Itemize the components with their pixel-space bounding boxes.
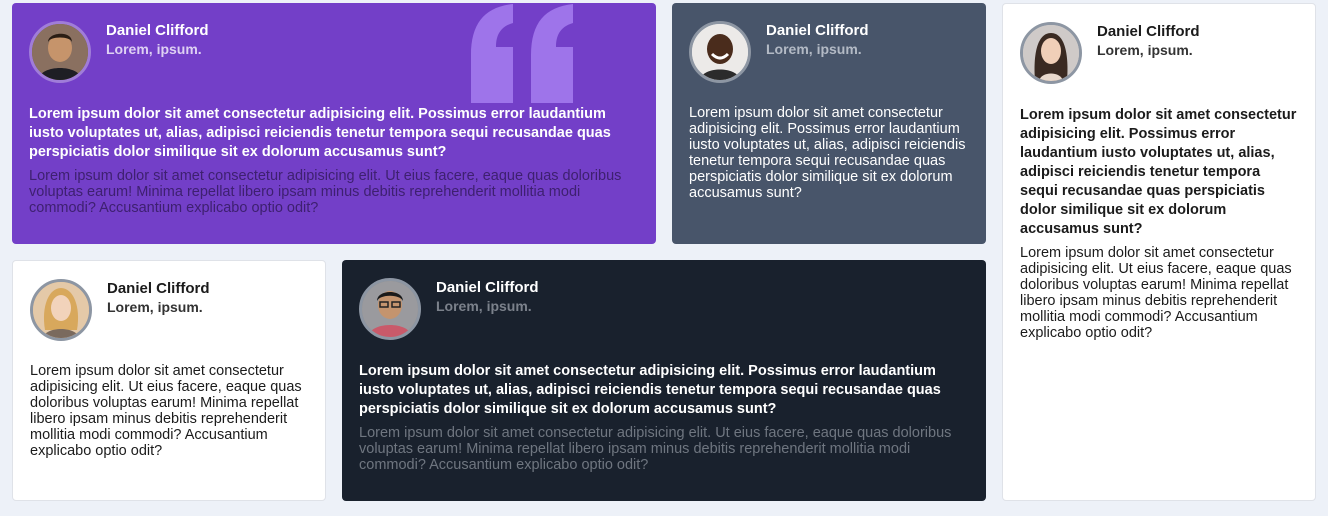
testimonial-body: Lorem ipsum dolor sit amet consectetur a… [359,425,952,473]
testimonial-card-3: Daniel Clifford Lorem, ipsum. Lorem ipsu… [1002,3,1316,501]
testimonial-card-4: Daniel Clifford Lorem, ipsum. Lorem ipsu… [12,260,326,501]
avatar [689,21,751,83]
avatar-icon [1023,25,1079,81]
author-name: Daniel Clifford [107,280,210,297]
avatar-icon [33,282,89,338]
avatar [30,279,92,341]
author-name: Daniel Clifford [766,22,869,39]
avatar [1020,22,1082,84]
testimonial-body: Lorem ipsum dolor sit amet consectetur a… [29,168,622,216]
author-role: Lorem, ipsum. [436,298,532,314]
testimonial-card-1: Daniel Clifford Lorem, ipsum. Lorem ipsu… [12,3,656,244]
avatar-icon [362,281,418,337]
avatar [29,21,91,83]
testimonial-card-2: Daniel Clifford Lorem, ipsum. Lorem ipsu… [672,3,986,244]
testimonial-lead: Lorem ipsum dolor sit amet consectetur a… [29,106,611,160]
author-role: Lorem, ipsum. [107,299,203,315]
author-role: Lorem, ipsum. [1097,42,1193,58]
author-name: Daniel Clifford [436,279,539,296]
avatar [359,278,421,340]
testimonial-body: Lorem ipsum dolor sit amet consectetur a… [1020,245,1292,341]
author-role: Lorem, ipsum. [106,41,202,57]
testimonial-body: Lorem ipsum dolor sit amet consectetur a… [689,105,966,201]
testimonial-lead: Lorem ipsum dolor sit amet consectetur a… [359,363,941,417]
author-name: Daniel Clifford [1097,23,1200,40]
author-role: Lorem, ipsum. [766,41,862,57]
avatar-icon [692,24,748,80]
author-name: Daniel Clifford [106,22,209,39]
testimonial-lead: Lorem ipsum dolor sit amet consectetur a… [1020,107,1297,237]
avatar-icon [32,24,88,80]
testimonial-card-5: Daniel Clifford Lorem, ipsum. Lorem ipsu… [342,260,986,501]
testimonial-body: Lorem ipsum dolor sit amet consectetur a… [30,363,302,459]
